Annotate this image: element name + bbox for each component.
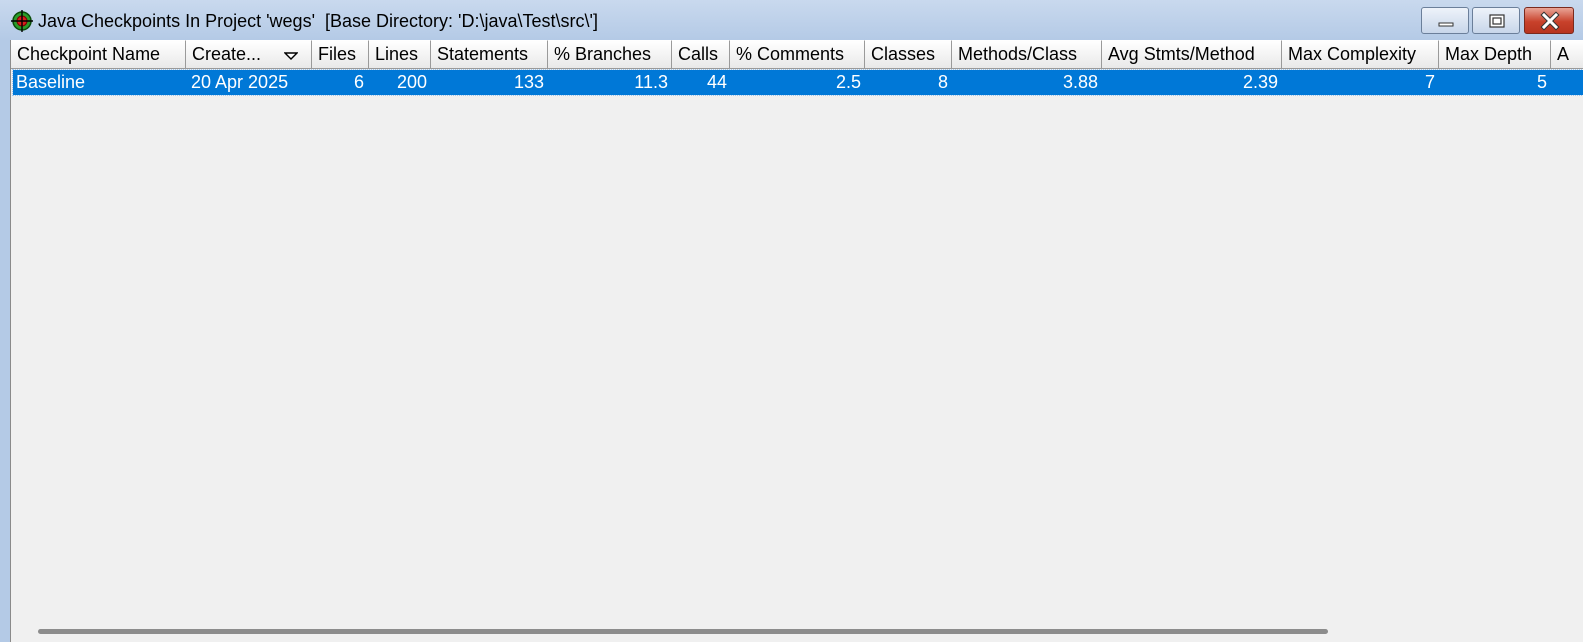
column-header-max-complexity[interactable]: Max Complexity: [1282, 40, 1439, 69]
column-header-max-depth[interactable]: Max Depth: [1439, 40, 1551, 69]
column-header-classes[interactable]: Classes: [865, 40, 952, 69]
cell-calls: 44: [706, 72, 727, 92]
cell-comments: 2.5: [835, 72, 861, 92]
sort-descending-icon: [284, 52, 298, 60]
maximize-button[interactable]: [1472, 7, 1520, 34]
column-header-created[interactable]: Create...: [186, 40, 312, 69]
minimize-icon: [1438, 22, 1454, 27]
column-header-created-label: Create...: [192, 44, 262, 64]
column-header-branches[interactable]: % Branches: [548, 40, 672, 69]
cell-lines: 200: [396, 72, 427, 92]
cell-avg-stmts-per-method: 2.39: [1242, 72, 1278, 92]
maximize-icon: [1489, 14, 1505, 28]
column-header-methods-per-class[interactable]: Methods/Class: [952, 40, 1102, 69]
column-header-statements[interactable]: Statements: [431, 40, 548, 69]
cell-methods-per-class: 3.88: [1062, 72, 1098, 92]
cell-checkpoint-name: Baseline: [16, 72, 86, 92]
column-header-truncated[interactable]: A: [1551, 40, 1583, 69]
table-header: Checkpoint Name Create... Files Lines St…: [11, 40, 1583, 69]
column-header-comments[interactable]: % Comments: [730, 40, 865, 69]
horizontal-scrollbar-thumb[interactable]: [38, 629, 1328, 634]
close-button[interactable]: [1524, 7, 1574, 34]
crosshair-target-icon: [11, 10, 33, 32]
cell-created: 20 Apr 2025: [191, 72, 289, 92]
table-row-selected[interactable]: Baseline 20 Apr 2025 6 200 133 11.3 44 2…: [12, 69, 1583, 96]
cell-max-depth: 5: [1536, 72, 1547, 92]
cell-statements: 133: [513, 72, 544, 92]
column-header-checkpoint-name[interactable]: Checkpoint Name: [11, 40, 186, 69]
cell-branches: 11.3: [634, 72, 668, 92]
checkpoints-window: Java Checkpoints In Project 'wegs' [Base…: [0, 0, 1583, 642]
column-header-files[interactable]: Files: [312, 40, 369, 69]
cell-max-complexity: 7: [1424, 72, 1435, 92]
minimize-button[interactable]: [1421, 7, 1469, 34]
column-header-lines[interactable]: Lines: [369, 40, 431, 69]
column-header-avg-stmts-per-method[interactable]: Avg Stmts/Method: [1102, 40, 1282, 69]
checkpoint-list-view[interactable]: Checkpoint Name Create... Files Lines St…: [10, 40, 1583, 642]
cell-files: 6: [353, 72, 364, 92]
window-title: Java Checkpoints In Project 'wegs' [Base…: [38, 11, 598, 31]
title-bar[interactable]: Java Checkpoints In Project 'wegs' [Base…: [0, 0, 1583, 40]
cell-classes: 8: [937, 72, 948, 92]
close-icon: [1540, 11, 1560, 31]
column-header-calls[interactable]: Calls: [672, 40, 730, 69]
